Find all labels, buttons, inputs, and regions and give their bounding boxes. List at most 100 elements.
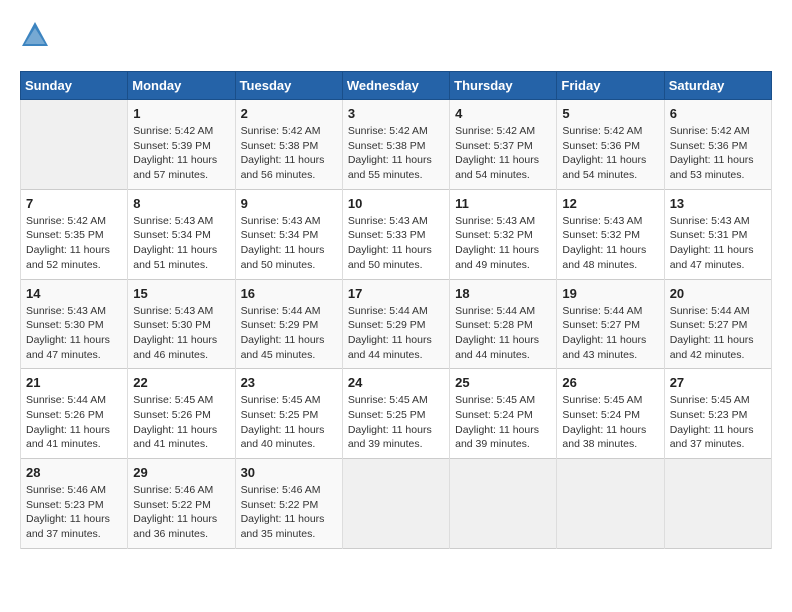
day-number: 30: [241, 465, 337, 480]
calendar-cell: 24 Sunrise: 5:45 AM Sunset: 5:25 PM Dayli…: [342, 369, 449, 459]
day-detail: Sunrise: 5:46 AM Sunset: 5:23 PM Dayligh…: [26, 483, 122, 542]
day-detail: Sunrise: 5:45 AM Sunset: 5:23 PM Dayligh…: [670, 393, 766, 452]
day-detail: Sunrise: 5:45 AM Sunset: 5:25 PM Dayligh…: [348, 393, 444, 452]
calendar-cell: 1 Sunrise: 5:42 AM Sunset: 5:39 PM Daylig…: [128, 100, 235, 190]
day-detail: Sunrise: 5:44 AM Sunset: 5:29 PM Dayligh…: [241, 304, 337, 363]
calendar-cell: 19Sunrise: 5:44 AM Sunset: 5:27 PM Dayli…: [557, 279, 664, 369]
day-number: 7: [26, 196, 122, 211]
day-number: 8: [133, 196, 229, 211]
day-number: 9: [241, 196, 337, 211]
day-number: 1: [133, 106, 229, 121]
day-detail: Sunrise: 5:42 AM Sunset: 5:36 PM Dayligh…: [562, 124, 658, 183]
day-number: 23: [241, 375, 337, 390]
calendar-cell: 25 Sunrise: 5:45 AM Sunset: 5:24 PM Dayli…: [450, 369, 557, 459]
calendar-cell: [342, 459, 449, 549]
day-detail: Sunrise: 5:43 AM Sunset: 5:32 PM Dayligh…: [455, 214, 551, 273]
day-detail: Sunrise: 5:44 AM Sunset: 5:26 PM Dayligh…: [26, 393, 122, 452]
calendar-cell: 8 Sunrise: 5:43 AM Sunset: 5:34 PM Daylig…: [128, 189, 235, 279]
day-detail: Sunrise: 5:43 AM Sunset: 5:30 PM Dayligh…: [133, 304, 229, 363]
calendar-cell: 21 Sunrise: 5:44 AM Sunset: 5:26 PM Dayli…: [21, 369, 128, 459]
day-number: 28: [26, 465, 122, 480]
day-number: 15: [133, 286, 229, 301]
day-detail: Sunrise: 5:42 AM Sunset: 5:38 PM Dayligh…: [348, 124, 444, 183]
calendar-week-4: 21 Sunrise: 5:44 AM Sunset: 5:26 PM Dayli…: [21, 369, 772, 459]
calendar-cell: 17Sunrise: 5:44 AM Sunset: 5:29 PM Dayli…: [342, 279, 449, 369]
calendar-cell: 15 Sunrise: 5:43 AM Sunset: 5:30 PM Dayli…: [128, 279, 235, 369]
day-detail: Sunrise: 5:44 AM Sunset: 5:27 PM Dayligh…: [670, 304, 766, 363]
day-number: 24: [348, 375, 444, 390]
calendar-cell: 12 Sunrise: 5:43 AM Sunset: 5:32 PM Dayli…: [557, 189, 664, 279]
calendar-cell: 30 Sunrise: 5:46 AM Sunset: 5:22 PM Dayli…: [235, 459, 342, 549]
day-number: 11: [455, 196, 551, 211]
header-row: Sunday Monday Tuesday Wednesday Thursday…: [21, 72, 772, 100]
calendar-table: Sunday Monday Tuesday Wednesday Thursday…: [20, 71, 772, 549]
logo: [20, 20, 54, 55]
day-detail: Sunrise: 5:42 AM Sunset: 5:36 PM Dayligh…: [670, 124, 766, 183]
calendar-cell: 27 Sunrise: 5:45 AM Sunset: 5:23 PM Dayli…: [664, 369, 771, 459]
calendar-week-3: 14 Sunrise: 5:43 AM Sunset: 5:30 PM Dayli…: [21, 279, 772, 369]
day-number: 12: [562, 196, 658, 211]
calendar-cell: [557, 459, 664, 549]
day-number: 25: [455, 375, 551, 390]
day-detail: Sunrise: 5:43 AM Sunset: 5:33 PM Dayligh…: [348, 214, 444, 273]
day-detail: Sunrise: 5:45 AM Sunset: 5:24 PM Dayligh…: [562, 393, 658, 452]
calendar-week-5: 28 Sunrise: 5:46 AM Sunset: 5:23 PM Dayli…: [21, 459, 772, 549]
day-number: 26: [562, 375, 658, 390]
day-number: 6: [670, 106, 766, 121]
day-number: 29: [133, 465, 229, 480]
calendar-cell: 26 Sunrise: 5:45 AM Sunset: 5:24 PM Dayli…: [557, 369, 664, 459]
calendar-cell: [450, 459, 557, 549]
day-number: 10: [348, 196, 444, 211]
day-detail: Sunrise: 5:45 AM Sunset: 5:24 PM Dayligh…: [455, 393, 551, 452]
col-sunday: Sunday: [21, 72, 128, 100]
day-number: 27: [670, 375, 766, 390]
day-detail: Sunrise: 5:43 AM Sunset: 5:30 PM Dayligh…: [26, 304, 122, 363]
calendar-cell: 2 Sunrise: 5:42 AM Sunset: 5:38 PM Daylig…: [235, 100, 342, 190]
day-detail: Sunrise: 5:43 AM Sunset: 5:31 PM Dayligh…: [670, 214, 766, 273]
day-detail: Sunrise: 5:46 AM Sunset: 5:22 PM Dayligh…: [241, 483, 337, 542]
calendar-cell: 29 Sunrise: 5:46 AM Sunset: 5:22 PM Dayli…: [128, 459, 235, 549]
day-detail: Sunrise: 5:42 AM Sunset: 5:39 PM Dayligh…: [133, 124, 229, 183]
calendar-cell: 22 Sunrise: 5:45 AM Sunset: 5:26 PM Dayli…: [128, 369, 235, 459]
day-number: 19: [562, 286, 658, 301]
day-detail: Sunrise: 5:45 AM Sunset: 5:26 PM Dayligh…: [133, 393, 229, 452]
day-number: 3: [348, 106, 444, 121]
calendar-cell: 3 Sunrise: 5:42 AM Sunset: 5:38 PM Daylig…: [342, 100, 449, 190]
calendar-cell: 6 Sunrise: 5:42 AM Sunset: 5:36 PM Daylig…: [664, 100, 771, 190]
day-detail: Sunrise: 5:43 AM Sunset: 5:34 PM Dayligh…: [133, 214, 229, 273]
calendar-cell: [664, 459, 771, 549]
day-number: 4: [455, 106, 551, 121]
calendar-cell: 14 Sunrise: 5:43 AM Sunset: 5:30 PM Dayli…: [21, 279, 128, 369]
col-wednesday: Wednesday: [342, 72, 449, 100]
day-number: 14: [26, 286, 122, 301]
col-tuesday: Tuesday: [235, 72, 342, 100]
calendar-cell: [21, 100, 128, 190]
day-number: 18: [455, 286, 551, 301]
day-detail: Sunrise: 5:42 AM Sunset: 5:35 PM Dayligh…: [26, 214, 122, 273]
logo-icon: [20, 20, 50, 50]
calendar-cell: 7 Sunrise: 5:42 AM Sunset: 5:35 PM Daylig…: [21, 189, 128, 279]
day-number: 16: [241, 286, 337, 301]
day-number: 22: [133, 375, 229, 390]
col-thursday: Thursday: [450, 72, 557, 100]
day-number: 21: [26, 375, 122, 390]
day-number: 20: [670, 286, 766, 301]
col-monday: Monday: [128, 72, 235, 100]
calendar-cell: 13Sunrise: 5:43 AM Sunset: 5:31 PM Dayli…: [664, 189, 771, 279]
day-detail: Sunrise: 5:43 AM Sunset: 5:32 PM Dayligh…: [562, 214, 658, 273]
calendar-week-1: 1 Sunrise: 5:42 AM Sunset: 5:39 PM Daylig…: [21, 100, 772, 190]
day-number: 5: [562, 106, 658, 121]
page-header: [20, 20, 772, 55]
day-number: 2: [241, 106, 337, 121]
calendar-cell: 18Sunrise: 5:44 AM Sunset: 5:28 PM Dayli…: [450, 279, 557, 369]
day-detail: Sunrise: 5:46 AM Sunset: 5:22 PM Dayligh…: [133, 483, 229, 542]
calendar-cell: 28 Sunrise: 5:46 AM Sunset: 5:23 PM Dayli…: [21, 459, 128, 549]
calendar-cell: 11 Sunrise: 5:43 AM Sunset: 5:32 PM Dayli…: [450, 189, 557, 279]
col-saturday: Saturday: [664, 72, 771, 100]
day-number: 17: [348, 286, 444, 301]
calendar-cell: 20 Sunrise: 5:44 AM Sunset: 5:27 PM Dayli…: [664, 279, 771, 369]
calendar-cell: 23Sunrise: 5:45 AM Sunset: 5:25 PM Dayli…: [235, 369, 342, 459]
day-detail: Sunrise: 5:43 AM Sunset: 5:34 PM Dayligh…: [241, 214, 337, 273]
day-detail: Sunrise: 5:42 AM Sunset: 5:38 PM Dayligh…: [241, 124, 337, 183]
calendar-cell: 10 Sunrise: 5:43 AM Sunset: 5:33 PM Dayli…: [342, 189, 449, 279]
